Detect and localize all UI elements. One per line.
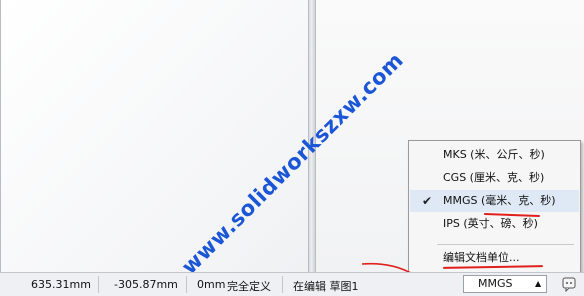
x-coordinate: 635.31mm <box>31 278 91 291</box>
z-coordinate: 0mm <box>197 278 226 291</box>
menu-item-label: MMGS (毫米、克、秒) <box>443 194 556 207</box>
units-button-label: MMGS <box>478 277 513 290</box>
menu-separator <box>437 244 574 245</box>
menu-item-mks[interactable]: MKS (米、公斤、秒) <box>410 144 579 166</box>
menu-item-label: CGS (厘米、克、秒) <box>443 171 545 184</box>
checkmark-icon: ✔ <box>422 194 433 208</box>
status-separator <box>282 276 283 293</box>
quick-tips-icon[interactable] <box>561 276 579 292</box>
units-menu: MKS (米、公斤、秒) CGS (厘米、克、秒) ✔ MMGS (毫米、克、秒… <box>408 140 581 273</box>
status-separator <box>98 276 99 293</box>
menu-item-label: MKS (米、公斤、秒) <box>443 148 545 161</box>
y-coordinate: -305.87mm <box>114 278 178 291</box>
menu-item-cgs[interactable]: CGS (厘米、克、秒) <box>410 167 579 189</box>
menu-item-ips[interactable]: IPS (英寸、磅、秒) <box>410 213 579 235</box>
left-border <box>0 0 1 272</box>
menu-item-mmgs[interactable]: ✔ MMGS (毫米、克、秒) <box>410 190 579 212</box>
status-separator <box>186 276 187 293</box>
status-bar: 635.31mm -305.87mm 0mm 完全定义 在编辑 草图1 MMGS… <box>0 272 584 296</box>
units-button[interactable]: MMGS ▲ <box>463 275 547 293</box>
edit-state: 在编辑 草图1 <box>293 280 359 293</box>
caret-up-icon: ▲ <box>535 279 542 288</box>
definition-state: 完全定义 <box>227 280 271 293</box>
